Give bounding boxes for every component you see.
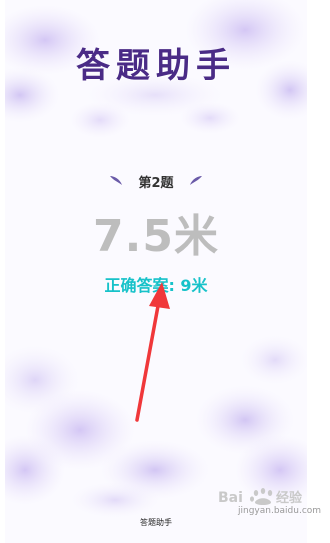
watermark-url: jingyan.baidu.com [238,506,322,516]
screenshot-frame: 答题助手 第2题 7.5米 正确答案: 9米 答题助手 Bai 经验 jingy… [0,0,330,543]
svg-text:Bai: Bai [218,490,243,506]
red-arrow-icon [135,282,170,422]
svg-text:经验: 经验 [276,490,303,506]
baidu-watermark: Bai 经验 jingyan.baidu.com [208,484,326,524]
